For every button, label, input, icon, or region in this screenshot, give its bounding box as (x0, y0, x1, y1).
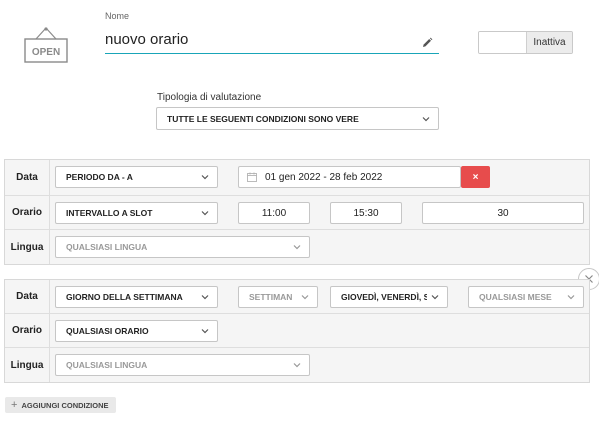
chevron-down-icon (201, 329, 209, 334)
language-placeholder: QUALSIASI LINGUA (66, 242, 148, 252)
plus-icon: + (11, 398, 18, 411)
time-type-value: INTERVALLO A SLOT (66, 208, 153, 218)
name-input[interactable]: nuovo orario (105, 31, 188, 48)
chevron-down-icon (293, 245, 301, 250)
month-select[interactable]: QUALSIASI MESE (468, 286, 584, 308)
date-range-input[interactable]: 01 gen 2022 - 28 feb 2022 (238, 166, 461, 188)
chevron-down-icon (301, 295, 309, 300)
condition-row-data: Data GIORNO DELLA SETTIMANA SETTIMAN GIO… (5, 280, 589, 314)
condition-row-lingua: Lingua QUALSIASI LINGUA (5, 348, 589, 382)
chevron-down-icon (293, 363, 301, 368)
condition-block-1: Data PERIODO DA - A 01 gen 2022 - 28 feb… (4, 159, 590, 265)
slot-duration-input[interactable]: 30 (422, 202, 584, 224)
chevron-down-icon (422, 116, 430, 121)
condition-block-2: Data GIORNO DELLA SETTIMANA SETTIMAN GIO… (4, 279, 590, 383)
toggle-label: Inattiva (527, 32, 572, 53)
evaluation-type-value: TUTTE LE SEGUENTI CONDIZIONI SONO VERE (167, 113, 359, 124)
delete-date-button[interactable]: × (461, 166, 490, 188)
condition-row-lingua: Lingua QUALSIASI LINGUA (5, 230, 589, 264)
language-select[interactable]: QUALSIASI LINGUA (55, 236, 310, 258)
row-label-lingua: Lingua (5, 230, 50, 264)
add-condition-label: AGGIUNGI CONDIZIONE (21, 400, 109, 410)
date-type-select[interactable]: PERIODO DA - A (55, 166, 218, 188)
row-label-data: Data (5, 160, 50, 195)
condition-row-data: Data PERIODO DA - A 01 gen 2022 - 28 feb… (5, 160, 589, 196)
row-label-orario: Orario (5, 314, 50, 347)
date-type-value: PERIODO DA - A (66, 172, 133, 182)
condition-row-orario: Orario INTERVALLO A SLOT 11:00 15:30 30 (5, 196, 589, 230)
start-time-input[interactable]: 11:00 (238, 202, 310, 224)
week-placeholder: SETTIMAN (249, 292, 293, 302)
chevron-down-icon (201, 175, 209, 180)
svg-text:OPEN: OPEN (32, 47, 60, 58)
weekdays-select[interactable]: GIOVEDÌ, VENERDÌ, SA (330, 286, 448, 308)
chevron-down-icon (201, 295, 209, 300)
condition-row-orario: Orario QUALSIASI ORARIO (5, 314, 589, 348)
row-label-data: Data (5, 280, 50, 313)
row-label-lingua: Lingua (5, 348, 50, 382)
time-type-value: QUALSIASI ORARIO (66, 326, 149, 336)
weekdays-value: GIOVEDÌ, VENERDÌ, SA (341, 292, 427, 302)
chevron-down-icon (201, 211, 209, 216)
row-label-orario: Orario (5, 196, 50, 229)
date-type-select[interactable]: GIORNO DELLA SETTIMANA (55, 286, 218, 308)
language-placeholder: QUALSIASI LINGUA (66, 360, 148, 370)
add-condition-button[interactable]: + AGGIUNGI CONDIZIONE (5, 397, 116, 413)
calendar-icon (247, 172, 257, 182)
time-type-select[interactable]: INTERVALLO A SLOT (55, 202, 218, 224)
week-select[interactable]: SETTIMAN (238, 286, 318, 308)
evaluation-type-select[interactable]: TUTTE LE SEGUENTI CONDIZIONI SONO VERE (156, 107, 439, 130)
toggle-knob (479, 32, 527, 53)
name-label: Nome (105, 11, 130, 21)
name-input-underline (105, 53, 439, 54)
chevron-down-icon (567, 295, 575, 300)
language-select[interactable]: QUALSIASI LINGUA (55, 354, 310, 376)
end-time-input[interactable]: 15:30 (330, 202, 402, 224)
evaluation-type-label: Tipologia di valutazione (157, 92, 262, 103)
date-type-value: GIORNO DELLA SETTIMANA (66, 292, 183, 302)
status-toggle[interactable]: Inattiva (478, 31, 573, 54)
chevron-down-icon (431, 295, 439, 300)
time-type-select[interactable]: QUALSIASI ORARIO (55, 320, 218, 342)
close-icon: × (472, 171, 479, 183)
month-placeholder: QUALSIASI MESE (479, 292, 552, 302)
open-sign-icon: OPEN (24, 27, 68, 63)
pencil-icon[interactable] (421, 37, 433, 49)
date-range-value: 01 gen 2022 - 28 feb 2022 (265, 171, 383, 183)
